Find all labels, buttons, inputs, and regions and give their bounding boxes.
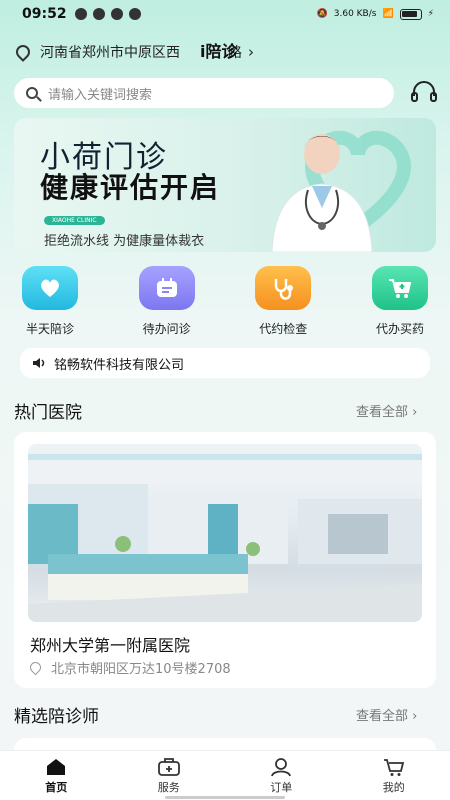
notification-icon <box>110 8 123 20</box>
telegram-icon <box>128 8 141 20</box>
bottom-tab-bar: 首页 服务 订单 我的 <box>0 750 450 800</box>
location-text: 河南省郑州市中原区西 <box>40 45 180 61</box>
hot-hospitals-title: 热门医院 <box>14 403 82 423</box>
charging-icon: ⚡ <box>427 9 434 19</box>
hospital-address: 北京市朝阳区万达10号楼2708 <box>27 658 231 677</box>
medkit-icon <box>157 757 180 776</box>
search-placeholder: 请输入关键词搜索 <box>48 87 153 103</box>
doctor-illustration <box>271 134 373 252</box>
quick-half-day-escort[interactable]: 半天陪诊 <box>18 266 82 342</box>
escorts-title: 精选陪诊师 <box>14 707 99 727</box>
stethoscope-icon <box>255 266 312 310</box>
status-right: 🔕 3.60 KB/s 📶 ⚡ <box>316 8 434 20</box>
quick-label: 代办买药 <box>375 322 424 336</box>
banner-headline: 健康评估开启 <box>40 171 221 204</box>
tab-label: 首页 <box>45 780 68 794</box>
wifi-icon: 📶 <box>382 9 394 19</box>
battery-icon <box>399 8 422 20</box>
hot-hospitals-see-all[interactable]: 查看全部 › <box>356 401 417 420</box>
chevron-right-icon: › <box>412 709 418 724</box>
quick-buy-medicine[interactable]: 代办买药 <box>368 266 432 342</box>
see-all-label: 查看全部 <box>356 709 409 724</box>
quick-pending-consult[interactable]: 待办问诊 <box>135 266 199 342</box>
notice-text: 铭畅软件科技有限公司 <box>54 357 185 373</box>
quick-label: 半天陪诊 <box>25 322 74 336</box>
tab-label: 订单 <box>270 780 293 794</box>
net-speed: 3.60 KB/s <box>333 9 377 19</box>
tab-orders[interactable]: 订单 <box>246 757 316 795</box>
quick-book-exam[interactable]: 代约检查 <box>251 266 315 342</box>
status-notification-icons <box>74 8 141 20</box>
see-all-label: 查看全部 <box>356 405 409 420</box>
location-pin-icon <box>13 42 33 62</box>
cart-icon <box>383 758 404 776</box>
heart-hands-icon <box>22 266 78 310</box>
cart-icon <box>371 266 428 310</box>
notification-icon <box>92 8 105 20</box>
promo-banner[interactable]: 小荷门诊 健康评估开启 XIAOHE CLINIC 拒绝流水线 为健康量体裁衣 <box>14 118 436 252</box>
escorts-see-all[interactable]: 查看全部 › <box>356 705 417 724</box>
quick-actions: 半天陪诊 待办问诊 代约检查 代办买药 <box>0 266 450 342</box>
status-bar: 09:52 🔕 3.60 KB/s 📶 ⚡ <box>0 0 450 28</box>
speaker-icon <box>33 358 45 368</box>
banner-subtitle: 拒绝流水线 为健康量体裁衣 <box>44 234 205 249</box>
chevron-right-icon: › <box>248 43 254 61</box>
hospital-card[interactable]: 郑州大学第一附属医院 北京市朝阳区万达10号楼2708 <box>14 432 436 688</box>
home-indicator[interactable] <box>165 796 285 799</box>
quick-label: 待办问诊 <box>142 322 191 336</box>
tab-home[interactable]: 首页 <box>21 757 91 795</box>
tab-label: 我的 <box>382 780 405 794</box>
user-icon <box>271 757 292 776</box>
notification-icon <box>74 8 87 20</box>
search-icon <box>26 87 38 99</box>
status-time: 09:52 <box>22 6 67 22</box>
hospital-address-text: 北京市朝阳区万达10号楼2708 <box>51 662 231 677</box>
mute-icon: 🔕 <box>316 9 328 19</box>
tab-mine[interactable]: 我的 <box>359 757 429 795</box>
tab-label: 服务 <box>157 780 180 794</box>
tab-service[interactable]: 服务 <box>134 757 204 795</box>
chevron-right-icon: › <box>412 405 418 420</box>
notice-bar[interactable]: 铭畅软件科技有限公司 <box>20 348 430 378</box>
page-title: i陪诊 <box>200 42 238 61</box>
home-icon <box>47 758 66 775</box>
banner-tag: XIAOHE CLINIC <box>44 216 105 225</box>
hospital-name: 郑州大学第一附属医院 <box>30 636 191 655</box>
calendar-icon <box>138 266 195 310</box>
hospital-photo <box>28 444 422 622</box>
location-pin-icon <box>27 659 44 676</box>
quick-label: 代约检查 <box>259 322 308 336</box>
search-input[interactable]: 请输入关键词搜索 <box>14 78 394 108</box>
headset-icon[interactable] <box>410 80 438 104</box>
